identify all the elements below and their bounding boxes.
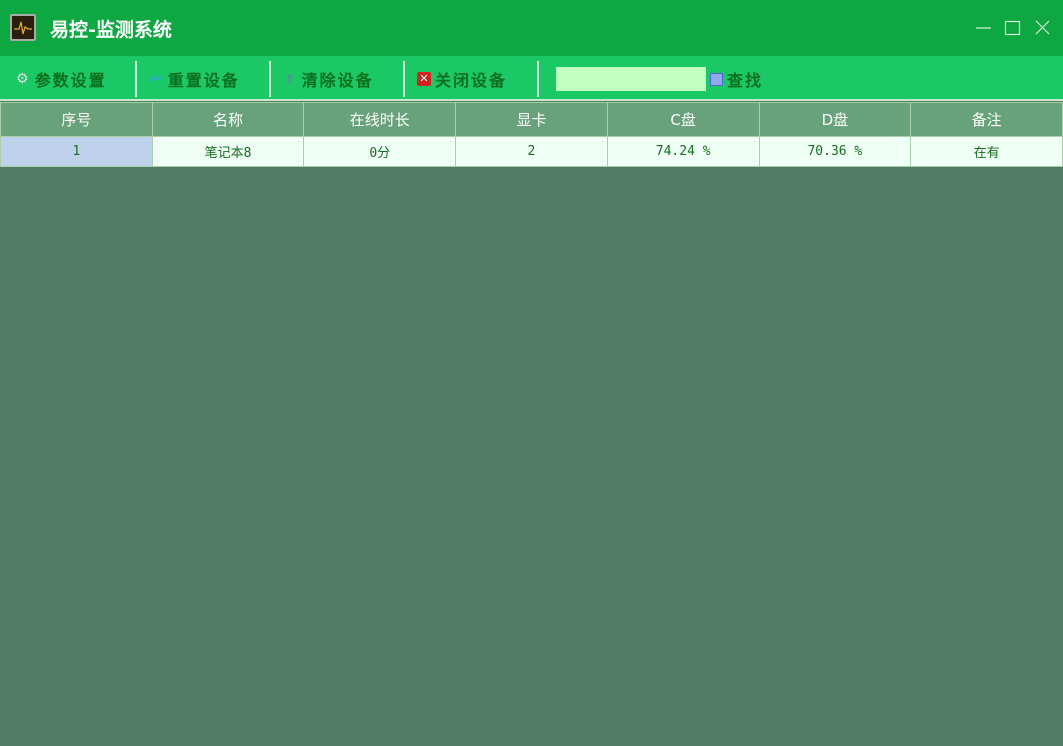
cell-notes[interactable]: 在有 <box>910 136 1063 167</box>
separator <box>403 61 405 97</box>
col-index[interactable]: 序号 <box>0 102 153 137</box>
cell-gpu[interactable]: 2 <box>455 136 608 167</box>
cell-c-drive[interactable]: 74.24 % <box>606 136 760 167</box>
broom-icon: ♗ <box>284 71 298 87</box>
minimize-button[interactable] <box>975 18 993 36</box>
col-name[interactable]: 名称 <box>151 102 305 137</box>
device-table: 序号 名称 在线时长 显卡 C盘 D盘 备注 1 笔记本8 0分 2 74.24… <box>0 102 1063 167</box>
find-button[interactable]: 查找 <box>710 68 763 90</box>
clear-device-button[interactable]: ♗ 清除设备 <box>284 68 374 90</box>
window-title: 易控-监测系统 <box>50 19 172 41</box>
close-red-icon: ✕ <box>417 72 431 86</box>
col-notes[interactable]: 备注 <box>910 102 1063 137</box>
toolbar: ⚙ 参数设置 ↩ 重置设备 ♗ 清除设备 ✕ 关闭设备 查找 <box>0 56 1063 101</box>
reset-device-button[interactable]: ↩ 重置设备 <box>150 68 240 90</box>
separator <box>135 61 137 97</box>
separator <box>269 61 271 97</box>
gear-icon: ⚙ <box>16 71 31 87</box>
table-header-row: 序号 名称 在线时长 显卡 C盘 D盘 备注 <box>0 102 1063 137</box>
title-bar: 易控-监测系统 <box>0 0 1063 56</box>
separator <box>537 61 539 97</box>
monitor-pulse-icon <box>10 14 36 41</box>
cell-index[interactable]: 1 <box>0 136 153 167</box>
search-icon <box>710 72 723 86</box>
col-c-drive[interactable]: C盘 <box>606 102 760 137</box>
search-input[interactable] <box>556 67 706 91</box>
cell-name[interactable]: 笔记本8 <box>151 136 305 167</box>
maximize-button[interactable] <box>1004 18 1022 36</box>
close-device-button[interactable]: ✕ 关闭设备 <box>417 68 507 90</box>
col-online-time[interactable]: 在线时长 <box>303 102 457 137</box>
table-row[interactable]: 1 笔记本8 0分 2 74.24 % 70.36 % 在有 <box>0 136 1063 167</box>
return-arrow-icon: ↩ <box>150 71 164 87</box>
col-gpu[interactable]: 显卡 <box>455 102 608 137</box>
cell-online-time[interactable]: 0分 <box>303 136 457 167</box>
close-button[interactable] <box>1034 18 1052 36</box>
col-d-drive[interactable]: D盘 <box>758 102 912 137</box>
settings-button[interactable]: ⚙ 参数设置 <box>16 68 107 90</box>
cell-d-drive[interactable]: 70.36 % <box>758 136 912 167</box>
